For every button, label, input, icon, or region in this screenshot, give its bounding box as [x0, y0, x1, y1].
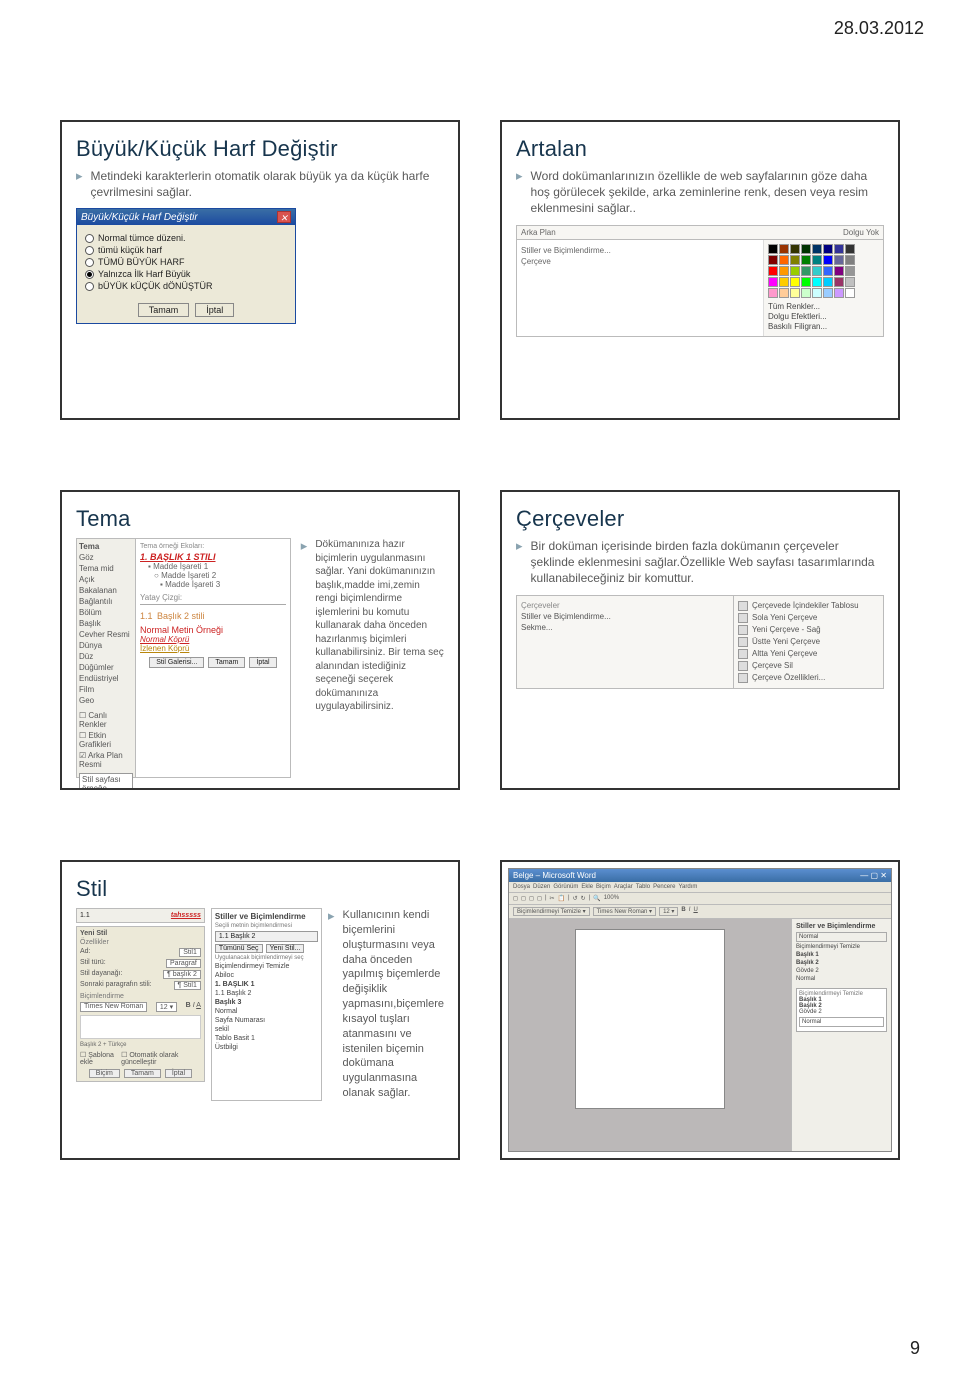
menubar[interactable]: DosyaDüzenGörünümEkleBiçimAraçlarTabloPe… [509, 882, 891, 893]
slide-artalan: Artalan ▸ Word dokümanlarınızın özellikl… [500, 120, 900, 420]
bullet-icon: ▸ [328, 908, 335, 925]
select-all-button[interactable]: Tümünü Seç [215, 944, 263, 953]
window-controls[interactable]: — ▢ ✕ [860, 871, 887, 880]
bullet-icon: ▸ [76, 168, 83, 185]
slide-stil: Stil 1.1 tahsssss Yeni Stil Özellikler A… [60, 860, 460, 1160]
opt-toggle[interactable]: bÜYÜK kÜÇÜK dÖNÜŞTÜR [85, 281, 287, 291]
opt-lower[interactable]: tümü küçük harf [85, 245, 287, 255]
ok-button[interactable]: Tamam [138, 303, 190, 317]
current-style-name: tahsssss [171, 912, 201, 919]
ok-button[interactable]: Tamam [208, 657, 245, 668]
slide-title: Büyük/Küçük Harf Değiştir [76, 136, 444, 162]
theme-dialog-mock: Tema GözTema midAçıkBakalananBağlantılıB… [76, 538, 291, 778]
slide-title: Artalan [516, 136, 884, 162]
document-area[interactable] [509, 919, 791, 1151]
bullet-text: Bir doküman içerisinde birden fazla dokü… [531, 538, 884, 587]
format-toolbar[interactable]: Biçimlendirmeyi Temizle ▾ Times New Roma… [509, 905, 891, 919]
frame-bottom[interactable]: Altta Yeni Çerçeve [738, 649, 879, 659]
dialog-options: Normal tümce düzeni. tümü küçük harf TÜM… [77, 225, 295, 299]
bullet-text: Kullanıcının kendi biçemlerini oluşturma… [343, 908, 444, 1101]
page [575, 929, 725, 1109]
cancel-button[interactable]: İptal [249, 657, 276, 668]
frame-right[interactable]: Yeni Çerçeve - Sağ [738, 625, 879, 635]
opt-sentence[interactable]: Normal tümce düzeni. [85, 233, 287, 243]
color-picker: Tüm Renkler... Dolgu Efektleri... Baskıl… [763, 240, 883, 336]
change-case-dialog: Büyük/Küçük Harf Değiştir ✕ Normal tümce… [76, 208, 296, 324]
theme-preview: Tema örneği Ekoları: 1. BAŞLIK 1 STILI ▪… [136, 538, 291, 778]
dialog-title: Büyük/Küçük Harf Değiştir [81, 212, 198, 223]
dialog-buttons: Tamam İptal [77, 299, 295, 323]
slide-title: Tema [76, 506, 444, 532]
page-number: 9 [910, 1338, 920, 1359]
slide-bullet: ▸ Kullanıcının kendi biçemlerini oluştur… [328, 908, 444, 1101]
watermark[interactable]: Baskılı Filigran... [768, 322, 879, 331]
bullet-icon: ▸ [516, 538, 523, 555]
bullet-icon: ▸ [516, 168, 523, 185]
cancel-button[interactable]: İptal [165, 1069, 192, 1078]
slide-title: Stil [76, 876, 444, 902]
frame-properties[interactable]: Çerçeve Özellikleri... [738, 673, 879, 683]
slide-change-case: Büyük/Küçük Harf Değiştir ▸ Metindeki ka… [60, 120, 460, 420]
slide-bullet: ▸ Metindeki karakterlerin otomatik olara… [76, 168, 444, 200]
dialog-titlebar: Büyük/Küçük Harf Değiştir ✕ [77, 209, 295, 225]
bullet-text: Metindeki karakterlerin otomatik olarak … [91, 168, 444, 200]
opt-title[interactable]: Yalnızca İlk Harf Büyük [85, 269, 287, 279]
submenu-left: Stiller ve Biçimlendirme... Çerçeve [517, 240, 763, 336]
menu-frame[interactable]: Çerçeve [521, 257, 759, 266]
nofill-label: Dolgu Yok [843, 228, 879, 237]
window-title: Belge – Microsoft Word [513, 871, 596, 880]
slide-tema: Tema Tema GözTema midAçıkBakalananBağlan… [60, 490, 460, 790]
close-icon[interactable]: ✕ [277, 211, 291, 223]
slide-cerceveler: Çerçeveler ▸ Bir doküman içerisinde bird… [500, 490, 900, 790]
menu-styles[interactable]: Stiller ve Biçimlendirme... [521, 612, 729, 621]
color-swatches[interactable] [768, 244, 879, 298]
slide-title: Çerçeveler [516, 506, 884, 532]
frames-menu-mock: Çerçeveler Stiller ve Biçimlendirme... S… [516, 595, 884, 689]
word-window-mock: Belge – Microsoft Word — ▢ ✕ DosyaDüzenG… [508, 868, 892, 1152]
fill-effects[interactable]: Dolgu Efektleri... [768, 312, 879, 321]
new-style-button[interactable]: Yeni Stil... [266, 944, 305, 953]
background-menu-mock: Arka Plan Dolgu Yok Stiller ve Biçimlend… [516, 225, 884, 337]
frame-delete[interactable]: Çerçeve Sil [738, 661, 879, 671]
slide-bullet: ▸ Dökümanınıza hazır biçimlerin uygulanm… [301, 538, 444, 778]
frame-toc[interactable]: Çerçevede İçindekiler Tablosu [738, 601, 879, 611]
format-button[interactable]: Biçim [89, 1069, 120, 1078]
selected-format[interactable]: Normal [796, 932, 887, 942]
frame-left[interactable]: Sola Yeni Çerçeve [738, 613, 879, 623]
styles-task-pane: Stiller ve Biçimlendirme Normal Biçimlen… [791, 919, 891, 1151]
slide-bullet: ▸ Word dokümanlarınızın özellikle de web… [516, 168, 884, 217]
bullet-text: Dökümanınıza hazır biçimlerin uygulanmas… [315, 538, 444, 714]
bullet-text: Word dokümanlarınızın özellikle de web s… [531, 168, 884, 217]
menu-group-label: Arka Plan [521, 228, 556, 237]
new-style-dialog: 1.1 tahsssss Yeni Stil Özellikler Ad:Sti… [76, 908, 205, 1101]
slide-bullet: ▸ Bir doküman içerisinde birden fazla do… [516, 538, 884, 587]
header-date: 28.03.2012 [834, 18, 924, 39]
style-gallery-button[interactable]: Stil Galerisi... [149, 657, 204, 668]
more-colors[interactable]: Tüm Renkler... [768, 302, 879, 311]
bullet-icon: ▸ [301, 538, 308, 555]
slides-container: Büyük/Küçük Harf Değiştir ▸ Metindeki ka… [60, 120, 900, 1160]
opt-upper[interactable]: TÜMÜ BÜYÜK HARF [85, 257, 287, 267]
toolbar[interactable]: ◻◻◻◻|✂📋|↺↻|🔍100% [509, 893, 891, 905]
theme-list[interactable]: Tema GözTema midAçıkBakalananBağlantılıB… [76, 538, 136, 778]
styles-pane: Stiller ve Biçimlendirme Seçili metnin b… [211, 908, 322, 1101]
slide-word-window: Belge – Microsoft Word — ▢ ✕ DosyaDüzenG… [500, 860, 900, 1160]
cancel-button[interactable]: İptal [195, 303, 234, 317]
menu-tabs[interactable]: Sekme... [521, 623, 729, 632]
menu-styles[interactable]: Stiller ve Biçimlendirme... [521, 246, 759, 255]
ok-button[interactable]: Tamam [124, 1069, 161, 1078]
frame-top[interactable]: Üstte Yeni Çerçeve [738, 637, 879, 647]
